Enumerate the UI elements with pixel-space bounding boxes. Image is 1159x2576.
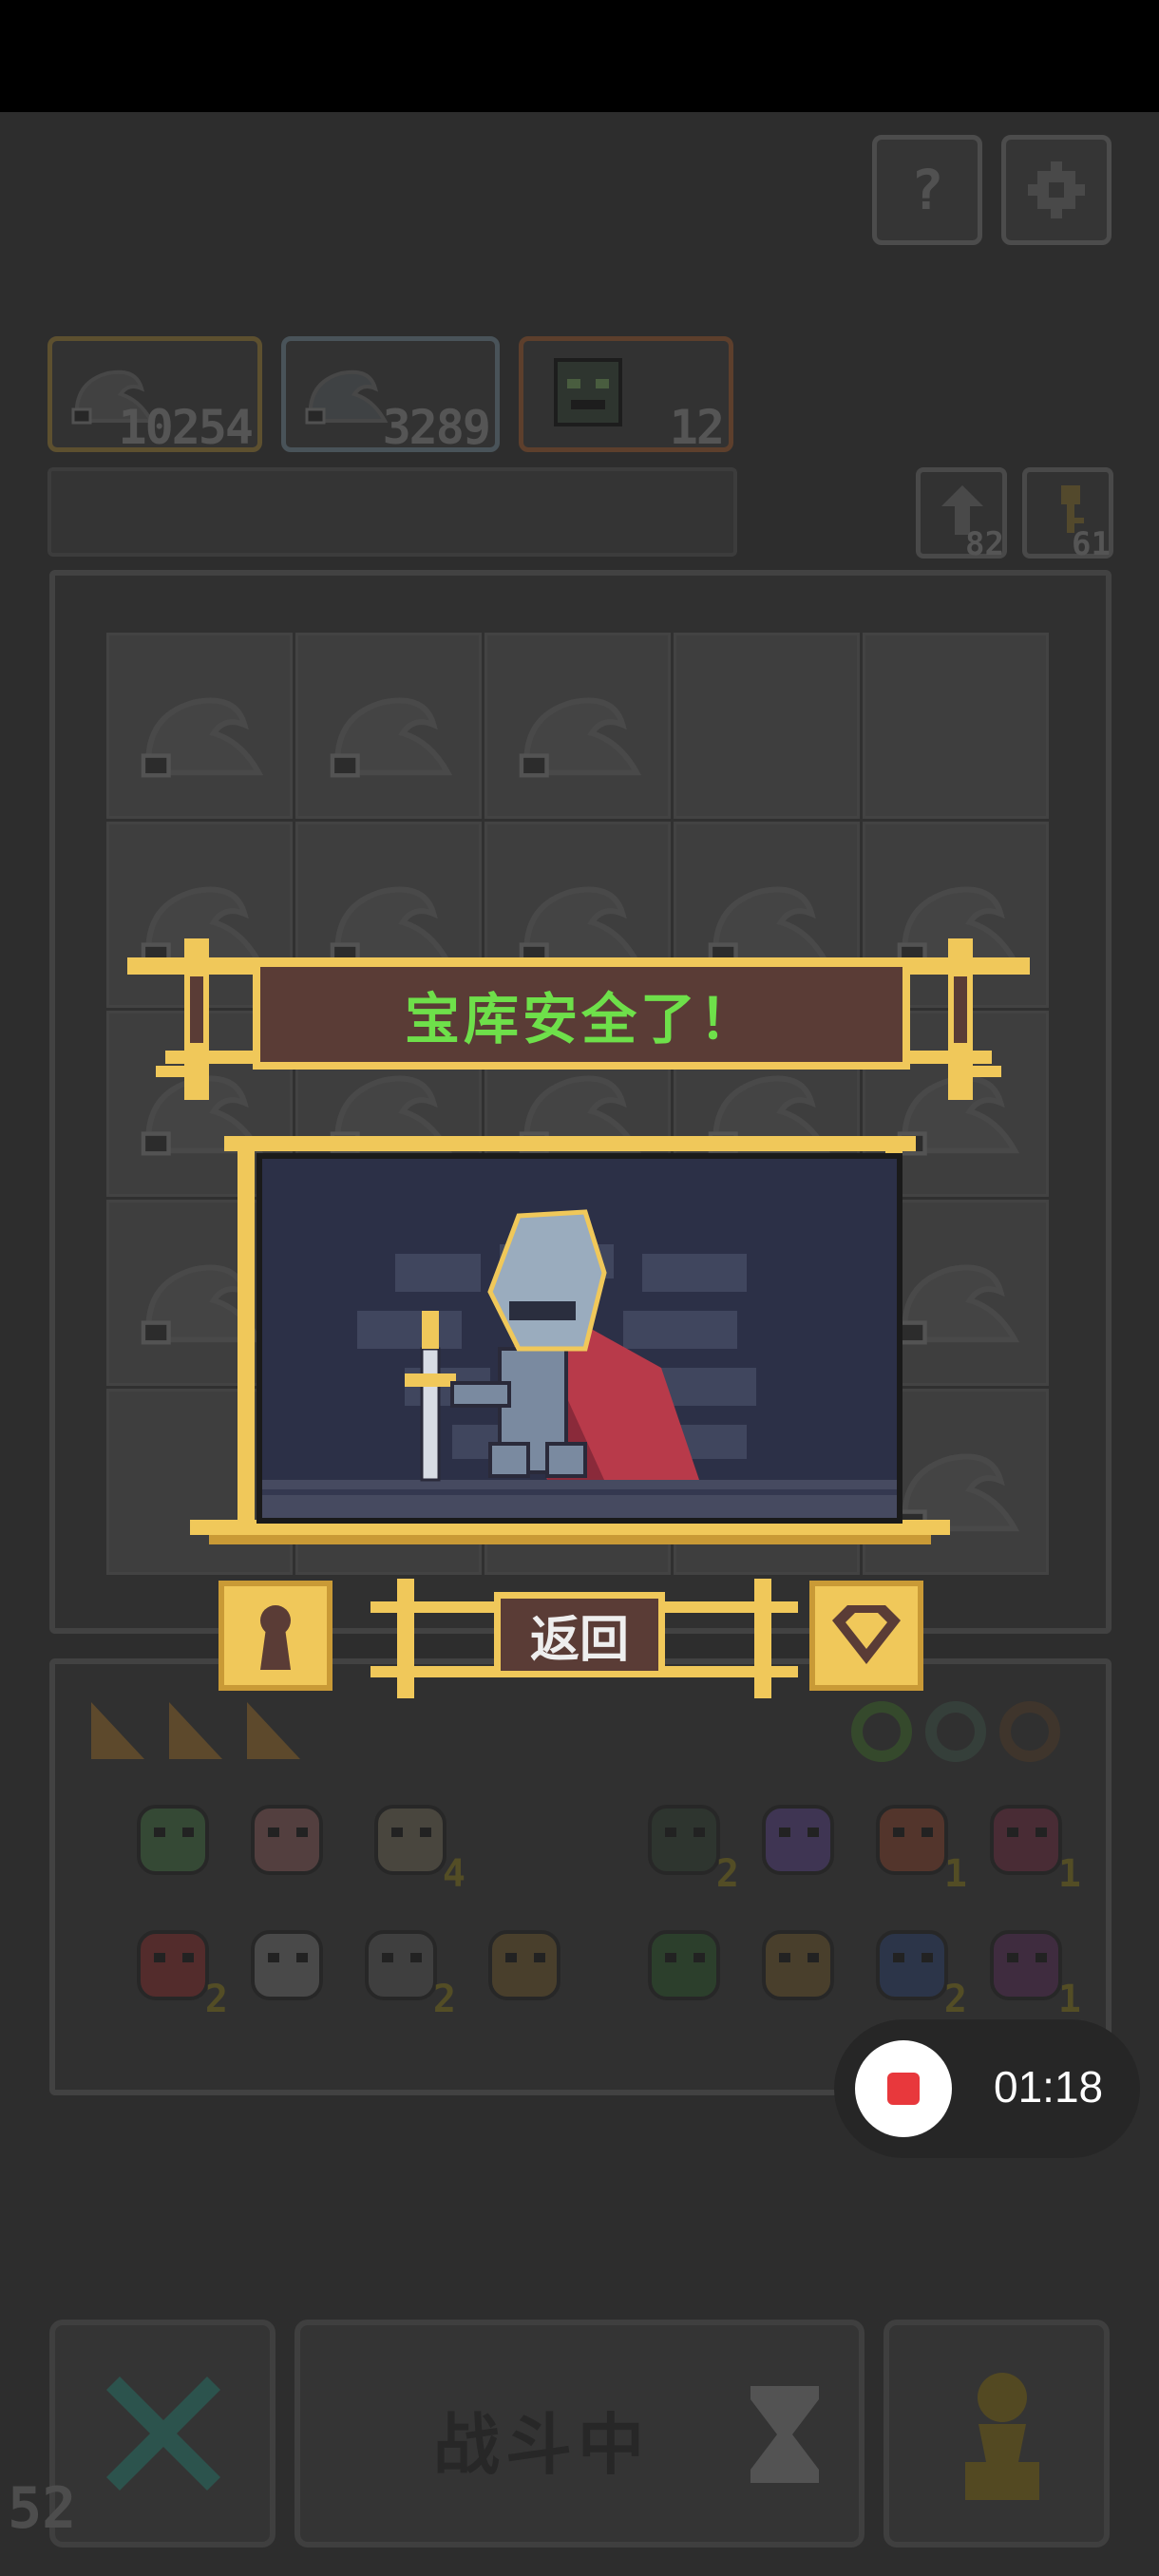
recording-time: 01:18	[994, 2062, 1104, 2112]
stop-recording-button[interactable]	[855, 2040, 952, 2137]
back-button-box: 返回	[494, 1592, 665, 1677]
banner-title-box: 宝库安全了！	[253, 959, 910, 1070]
status-bar	[0, 0, 1159, 112]
keyhole-icon	[260, 1605, 291, 1670]
modal-button-row: 返回	[218, 1579, 940, 1702]
back-label: 返回	[529, 1611, 629, 1669]
result-banner: 宝库安全了！	[127, 938, 1030, 1109]
keyhole-button[interactable]	[218, 1581, 332, 1691]
banner-title: 宝库安全了！	[404, 987, 758, 1051]
knight-scene	[256, 1153, 902, 1524]
knight-icon	[262, 1209, 897, 1518]
screen-recording-indicator[interactable]: 01:18	[834, 2019, 1140, 2158]
stop-icon	[887, 2073, 920, 2105]
back-button[interactable]: 返回	[456, 1582, 703, 1691]
gem-button[interactable]	[809, 1581, 923, 1691]
gem-icon	[832, 1605, 901, 1664]
scene-frame	[190, 1136, 950, 1544]
